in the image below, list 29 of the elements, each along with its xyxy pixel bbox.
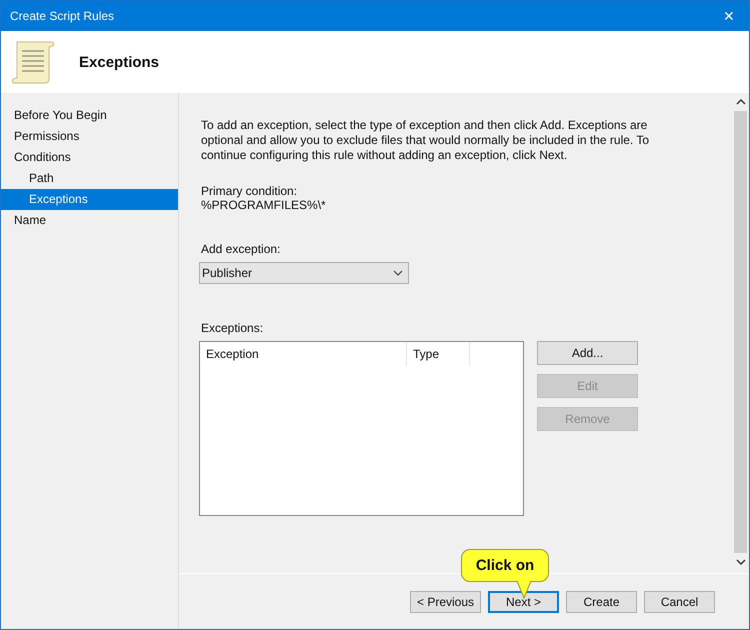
close-button[interactable]: ✕ bbox=[709, 1, 749, 31]
callout-pointer bbox=[516, 580, 532, 598]
wizard-button[interactable]: Next > bbox=[488, 590, 559, 612]
field-label: Add exception: bbox=[201, 242, 282, 256]
sidebar-item[interactable]: Conditions bbox=[1, 147, 178, 168]
exceptions-list[interactable]: Exception Type bbox=[199, 341, 524, 516]
sidebar-item[interactable]: Path bbox=[1, 168, 178, 189]
column-header[interactable]: Type bbox=[407, 342, 470, 366]
wizard-button[interactable]: Create bbox=[566, 590, 637, 612]
wizard-button[interactable]: < Previous bbox=[410, 590, 481, 612]
chevron-up-icon[interactable] bbox=[736, 99, 746, 105]
field-label: Exceptions: bbox=[201, 321, 264, 335]
condition-value: %PROGRAMFILES%\* bbox=[201, 198, 327, 212]
wizard-button[interactable]: Cancel bbox=[644, 590, 715, 612]
chevron-down-icon[interactable] bbox=[736, 559, 746, 565]
page-title: Exceptions bbox=[79, 54, 160, 70]
sidebar-item[interactable]: Before You Begin bbox=[1, 105, 178, 126]
sidebar-item[interactable]: Permissions bbox=[1, 126, 178, 147]
scrollbar-thumb[interactable] bbox=[734, 111, 747, 553]
field-label: Primary condition: bbox=[201, 184, 298, 198]
sidebar-item[interactable]: Name bbox=[1, 210, 178, 231]
column-header[interactable]: Exception bbox=[200, 342, 407, 366]
chevron-down-icon bbox=[393, 270, 403, 276]
window-title: Create Script Rules bbox=[10, 9, 114, 23]
exception-type-dropdown[interactable]: Publisher bbox=[199, 262, 409, 284]
scroll-icon bbox=[11, 39, 55, 85]
description-text: To add an exception, select the type of exception and then click Add. Exceptions are optional and allow you to exclude files that would normally be included in the rule. To continue configuring this rule without adding an exception, click Next. bbox=[201, 118, 650, 163]
sidebar-item[interactable]: Exceptions bbox=[1, 189, 178, 210]
action-button[interactable]: Add... bbox=[537, 341, 638, 365]
